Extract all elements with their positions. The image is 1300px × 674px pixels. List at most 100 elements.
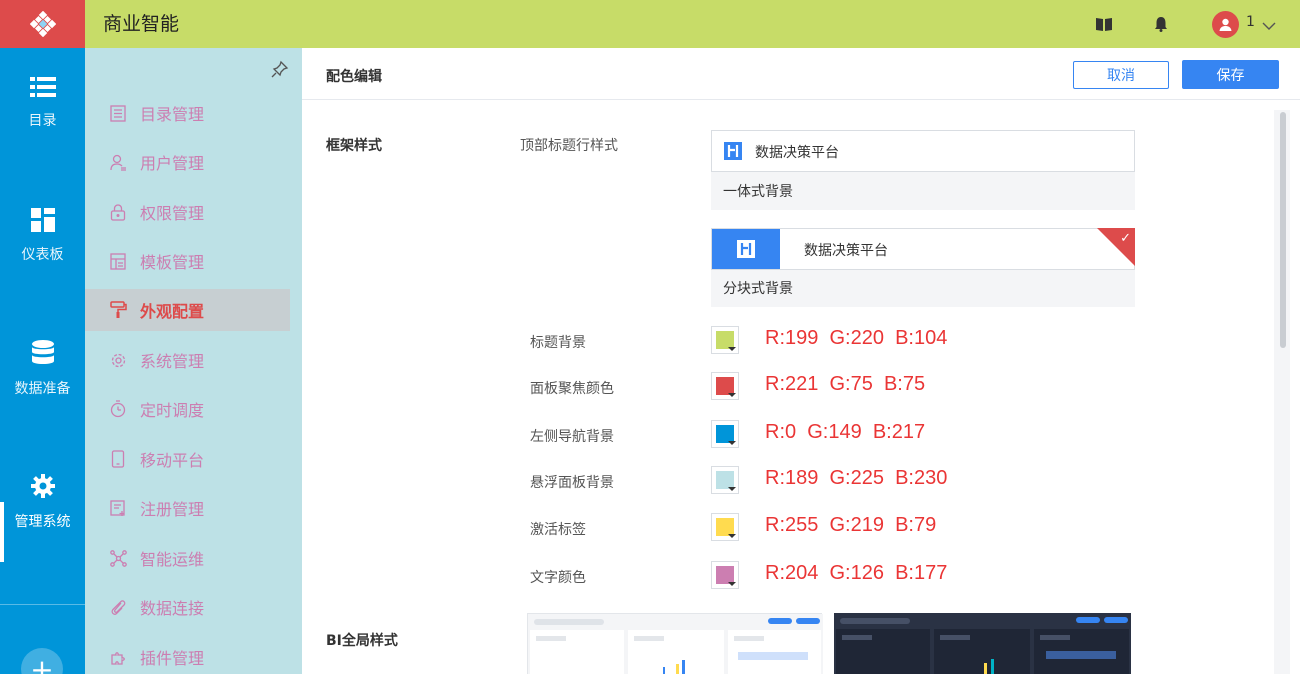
check-icon: ✓ bbox=[1120, 231, 1131, 246]
nav-item-dashboard[interactable]: 仪表板 bbox=[0, 181, 85, 291]
template-icon bbox=[109, 252, 127, 270]
sub-item-label: 目录管理 bbox=[140, 105, 205, 124]
bi-theme-preview-light[interactable] bbox=[527, 613, 823, 674]
rgb-annotation: R:204 G:126 B:177 bbox=[765, 562, 948, 584]
sub-navigation: 目录管理 用户管理 权限管理 模板管理 外观配置 系统管理 定时调度 移动平台 … bbox=[85, 48, 302, 674]
color-row-float-panel: 悬浮面板背景 R:189 G:225 B:230 bbox=[530, 466, 1170, 496]
frame-section-title: 框架样式 bbox=[326, 138, 382, 154]
sub-item-mobile[interactable]: 移动平台 bbox=[85, 438, 290, 480]
catalog-icon bbox=[109, 104, 127, 122]
color-swatch[interactable] bbox=[711, 420, 739, 448]
color-label: 面板聚焦颜色 bbox=[530, 381, 614, 397]
sub-item-system[interactable]: 系统管理 bbox=[85, 339, 290, 381]
paint-roller-icon bbox=[109, 301, 127, 319]
user-icon bbox=[109, 153, 127, 171]
nav-item-system[interactable]: 管理系统 bbox=[0, 447, 85, 557]
chevron-down-icon[interactable] bbox=[1262, 16, 1276, 35]
content-area: 框架样式 顶部标题行样式 数据决策平台 一体式背景 数据决策平台 ✓ 分块式背景… bbox=[312, 110, 1290, 674]
color-swatch[interactable] bbox=[711, 466, 739, 494]
rgb-annotation: R:221 G:75 B:75 bbox=[765, 373, 926, 395]
add-icon[interactable]: + bbox=[21, 648, 63, 674]
color-label: 文字颜色 bbox=[530, 570, 586, 586]
color-row-title-bg: 标题背景 R:199 G:220 B:104 bbox=[530, 326, 1170, 356]
preview-thumbnail bbox=[834, 613, 1131, 674]
user-name[interactable]: 1 bbox=[1246, 14, 1255, 30]
nav-divider bbox=[0, 604, 85, 605]
rgb-annotation: R:199 G:220 B:104 bbox=[765, 327, 948, 349]
color-row-leftnav: 左侧导航背景 R:0 G:149 B:217 bbox=[530, 420, 1170, 450]
nav-active-indicator bbox=[0, 502, 4, 562]
caret-icon bbox=[728, 393, 736, 397]
sub-item-label: 权限管理 bbox=[140, 204, 205, 223]
gear-icon bbox=[30, 474, 55, 498]
rgb-annotation: R:189 G:225 B:230 bbox=[765, 467, 948, 489]
sub-item-permissions[interactable]: 权限管理 bbox=[85, 191, 290, 233]
color-row-focus: 面板聚焦颜色 R:221 G:75 B:75 bbox=[530, 372, 1170, 402]
main-header: 配色编辑 取消 保存 bbox=[302, 48, 1300, 100]
sub-item-label: 定时调度 bbox=[140, 401, 205, 420]
color-row-active-tab: 激活标签 R:255 G:219 B:79 bbox=[530, 513, 1170, 543]
sub-item-label: 智能运维 bbox=[140, 550, 205, 569]
sub-item-label: 系统管理 bbox=[140, 352, 205, 371]
color-swatch[interactable] bbox=[711, 326, 739, 354]
nav-item-data-prep[interactable]: 数据准备 bbox=[0, 314, 85, 424]
cancel-button[interactable]: 取消 bbox=[1073, 61, 1169, 89]
sub-item-label: 外观配置 bbox=[140, 302, 205, 321]
theme-preview-bar: 数据决策平台 ✓ bbox=[711, 228, 1135, 270]
app-logo[interactable] bbox=[0, 0, 85, 48]
bell-icon[interactable] bbox=[1151, 14, 1171, 34]
top-title-style-label: 顶部标题行样式 bbox=[520, 138, 618, 154]
dashboard-icon bbox=[30, 208, 55, 232]
caret-icon bbox=[728, 582, 736, 586]
caret-icon bbox=[728, 441, 736, 445]
bi-theme-preview-dark[interactable] bbox=[834, 613, 1131, 674]
sub-item-appearance[interactable]: 外观配置 bbox=[85, 289, 290, 331]
theme-caption: 分块式背景 bbox=[723, 281, 793, 297]
register-icon bbox=[109, 499, 127, 517]
left-navigation: 目录 仪表板 数据准备 管理系统 + bbox=[0, 48, 85, 674]
save-button[interactable]: 保存 bbox=[1182, 60, 1279, 89]
user-avatar[interactable] bbox=[1212, 11, 1239, 38]
sub-item-label: 插件管理 bbox=[140, 649, 205, 668]
book-icon[interactable] bbox=[1094, 14, 1114, 34]
nav-item-label: 目录 bbox=[28, 113, 57, 129]
bi-section-title: BI全局样式 bbox=[326, 633, 398, 649]
color-swatch[interactable] bbox=[711, 513, 739, 541]
nav-item-label: 管理系统 bbox=[14, 514, 71, 530]
sub-item-users[interactable]: 用户管理 bbox=[85, 141, 290, 183]
color-label: 左侧导航背景 bbox=[530, 429, 614, 445]
theme-preview-bar: 数据决策平台 bbox=[711, 130, 1135, 172]
nav-item-label: 数据准备 bbox=[14, 381, 71, 397]
caret-icon bbox=[728, 534, 736, 538]
sub-item-plugins[interactable]: 插件管理 bbox=[85, 636, 290, 674]
top-header: 商业智能 1 bbox=[0, 0, 1300, 48]
sub-item-catalog[interactable]: 目录管理 bbox=[85, 92, 290, 134]
nav-item-catalog[interactable]: 目录 bbox=[0, 48, 85, 158]
settings-card: 框架样式 顶部标题行样式 数据决策平台 一体式背景 数据决策平台 ✓ 分块式背景… bbox=[312, 110, 1274, 674]
color-row-text: 文字颜色 R:204 G:126 B:177 bbox=[530, 561, 1170, 591]
page-title: 配色编辑 bbox=[326, 69, 382, 85]
sub-item-ops[interactable]: 智能运维 bbox=[85, 537, 290, 579]
app-title: 商业智能 bbox=[103, 13, 180, 35]
user-icon bbox=[1219, 18, 1232, 31]
mobile-icon bbox=[109, 450, 127, 468]
color-swatch[interactable] bbox=[711, 561, 739, 589]
sub-item-templates[interactable]: 模板管理 bbox=[85, 240, 290, 282]
platform-logo-icon bbox=[724, 142, 742, 160]
sub-item-register[interactable]: 注册管理 bbox=[85, 487, 290, 529]
list-icon bbox=[29, 77, 56, 97]
sub-item-schedule[interactable]: 定时调度 bbox=[85, 388, 290, 430]
database-icon bbox=[31, 340, 54, 364]
color-label: 激活标签 bbox=[530, 522, 586, 538]
theme-option-integrated[interactable]: 数据决策平台 一体式背景 bbox=[711, 130, 1135, 210]
logo-icon bbox=[29, 11, 56, 37]
sub-item-label: 用户管理 bbox=[140, 154, 205, 173]
color-swatch[interactable] bbox=[711, 372, 739, 400]
theme-option-block[interactable]: 数据决策平台 ✓ 分块式背景 bbox=[711, 228, 1135, 307]
sub-item-data-connection[interactable]: 数据连接 bbox=[85, 586, 290, 628]
sub-item-label: 移动平台 bbox=[140, 451, 205, 470]
preview-thumbnail bbox=[528, 614, 823, 674]
scrollbar-thumb[interactable] bbox=[1280, 112, 1286, 348]
main-panel: 配色编辑 取消 保存 框架样式 顶部标题行样式 数据决策平台 一体式背景 数据决… bbox=[302, 48, 1300, 674]
pin-icon[interactable] bbox=[271, 60, 289, 78]
